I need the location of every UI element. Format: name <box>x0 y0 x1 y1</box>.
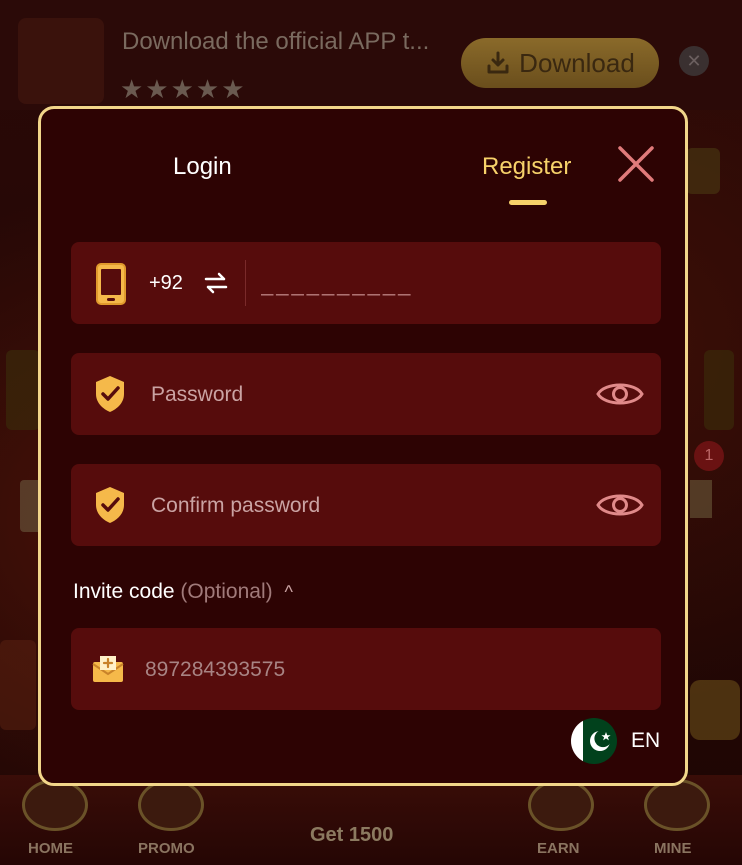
optional-label: (Optional) <box>180 580 273 603</box>
phone-field: +92 <box>71 242 661 326</box>
phone-input[interactable] <box>259 242 643 326</box>
shield-check-icon <box>96 376 124 412</box>
download-icon <box>487 51 509 74</box>
nav-get-bonus[interactable]: Get 1500 <box>310 824 393 847</box>
invite-code-field <box>71 628 661 712</box>
invite-code-label: Invite code <box>73 580 175 603</box>
home-icon <box>22 779 88 831</box>
swap-arrows-icon[interactable] <box>204 271 228 295</box>
side-decoration <box>0 640 36 730</box>
nav-promo[interactable]: PROMO <box>138 840 195 857</box>
pakistan-flag-icon <box>571 718 617 764</box>
invite-code-toggle[interactable]: Invite code (Optional) ^ <box>73 580 293 604</box>
close-icon <box>618 146 654 182</box>
earn-icon <box>528 779 594 831</box>
country-code[interactable]: +92 <box>149 272 183 295</box>
mine-icon <box>644 779 710 831</box>
eye-icon[interactable] <box>595 487 645 523</box>
banner-close-icon[interactable]: ✕ <box>679 46 709 76</box>
divider <box>245 260 246 306</box>
password-field <box>71 353 661 437</box>
language-selector[interactable]: EN <box>571 718 660 764</box>
invite-code-input[interactable] <box>143 628 637 712</box>
shield-check-icon <box>96 487 124 523</box>
download-button[interactable]: Download <box>461 38 659 88</box>
tab-login[interactable]: Login <box>173 153 232 181</box>
close-modal-button[interactable] <box>615 143 657 185</box>
bonus-decoration <box>686 148 720 194</box>
tab-register[interactable]: Register <box>482 153 571 181</box>
language-label: EN <box>631 729 661 752</box>
mail-icon <box>92 656 124 682</box>
register-modal: Login Register +92 __________ Invite cod… <box>38 106 688 786</box>
nav-earn[interactable]: EARN <box>537 840 580 857</box>
active-tab-indicator <box>509 200 547 205</box>
promo-icon <box>138 779 204 831</box>
download-button-label: Download <box>519 47 635 78</box>
password-input[interactable] <box>149 353 583 437</box>
confirm-password-field <box>71 464 661 548</box>
notification-badge: 1 <box>694 441 724 471</box>
bottom-nav: HOME PROMO Get 1500 EARN MINE <box>0 775 742 865</box>
chevron-up-icon: ^ <box>284 582 293 602</box>
banner-text: Download the official APP t... <box>122 28 430 55</box>
eye-icon[interactable] <box>595 376 645 412</box>
download-banner: Download the official APP t... ★★★★★ Dow… <box>0 0 742 110</box>
side-decoration <box>704 350 734 430</box>
rating-stars: ★★★★★ <box>120 74 247 104</box>
side-decoration <box>690 480 712 518</box>
phone-icon <box>96 263 126 305</box>
side-decoration <box>690 680 740 740</box>
nav-mine[interactable]: MINE <box>654 840 692 857</box>
app-logo <box>18 18 104 104</box>
confirm-password-input[interactable] <box>149 464 583 548</box>
side-decoration <box>6 350 40 430</box>
nav-home[interactable]: HOME <box>28 840 73 857</box>
